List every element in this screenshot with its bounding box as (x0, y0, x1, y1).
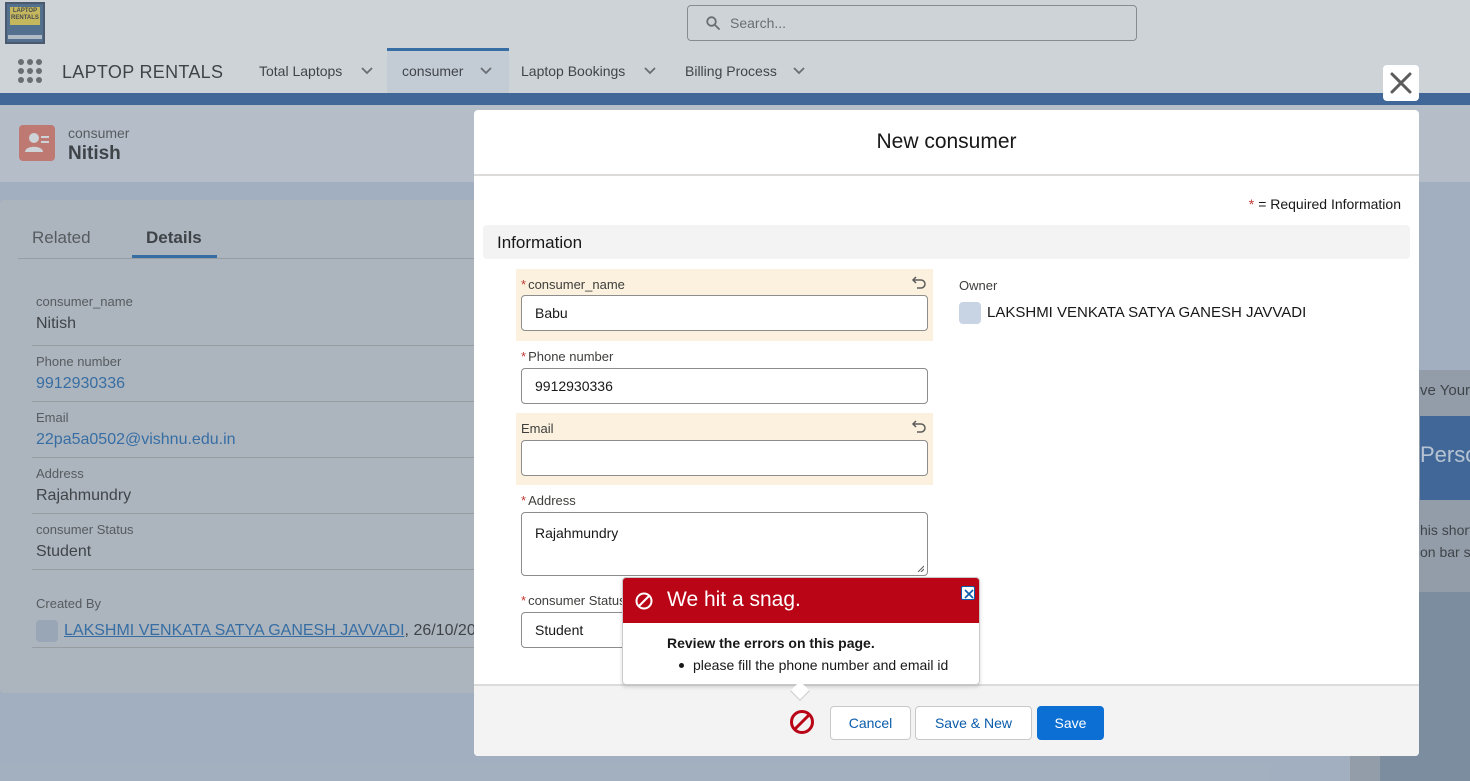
address-textarea[interactable]: Rajahmundry (521, 512, 928, 576)
field-email: Email (516, 413, 933, 485)
field-address: * Address Rajahmundry (516, 485, 933, 581)
save-and-new-button[interactable]: Save & New (915, 706, 1032, 740)
modal-close-button[interactable] (1383, 65, 1419, 101)
error-item: please fill the phone number and email i… (678, 657, 949, 673)
modal-title: New consumer (876, 130, 1017, 153)
error-popover-header: We hit a snag. (623, 578, 979, 623)
field-label: * Phone number (521, 349, 614, 364)
required-info-legend: * = Required Information (1249, 196, 1401, 212)
required-star: * (1248, 196, 1255, 212)
consumer-name-input[interactable]: Babu (521, 295, 928, 331)
resize-grip-icon[interactable] (916, 564, 924, 572)
close-icon (1390, 72, 1412, 94)
close-icon (964, 589, 974, 599)
phone-number-input[interactable]: 9912930336 (521, 368, 928, 404)
popover-close-button[interactable] (961, 586, 975, 600)
section-title: Information (497, 233, 583, 252)
error-popover-title: We hit a snag. (667, 588, 801, 611)
error-popover: We hit a snag. Review the errors on this… (622, 577, 980, 701)
save-button[interactable]: Save (1037, 706, 1104, 740)
field-label: * Address (521, 493, 576, 508)
undo-icon[interactable] (911, 275, 927, 289)
ban-icon (635, 592, 653, 610)
modal-header: New consumer (474, 110, 1419, 176)
field-label: * consumer_name (521, 277, 625, 292)
error-heading: Review the errors on this page. (667, 635, 875, 651)
owner-name: LAKSHMI VENKATA SATYA GANESH JAVVADI (987, 303, 1307, 321)
user-avatar (959, 302, 981, 324)
undo-icon[interactable] (911, 419, 927, 433)
error-ban-icon[interactable] (789, 709, 815, 735)
modal-footer: Cancel Save & New Save (474, 684, 1419, 756)
email-input[interactable] (521, 440, 928, 476)
owner-value: LAKSHMI VENKATA SATYA GANESH JAVVADI (959, 302, 1306, 324)
field-consumer-name: * consumer_name Babu (516, 269, 933, 341)
section-header-information[interactable]: Information (483, 225, 1410, 259)
field-label: Email (521, 421, 554, 436)
address-value: Rajahmundry (535, 525, 619, 541)
owner-label: Owner (959, 278, 998, 293)
field-phone-number: * Phone number 9912930336 (516, 341, 933, 411)
required-info-text: = Required Information (1258, 196, 1401, 212)
field-label: * consumer Status (521, 593, 626, 608)
cancel-button[interactable]: Cancel (830, 706, 911, 740)
